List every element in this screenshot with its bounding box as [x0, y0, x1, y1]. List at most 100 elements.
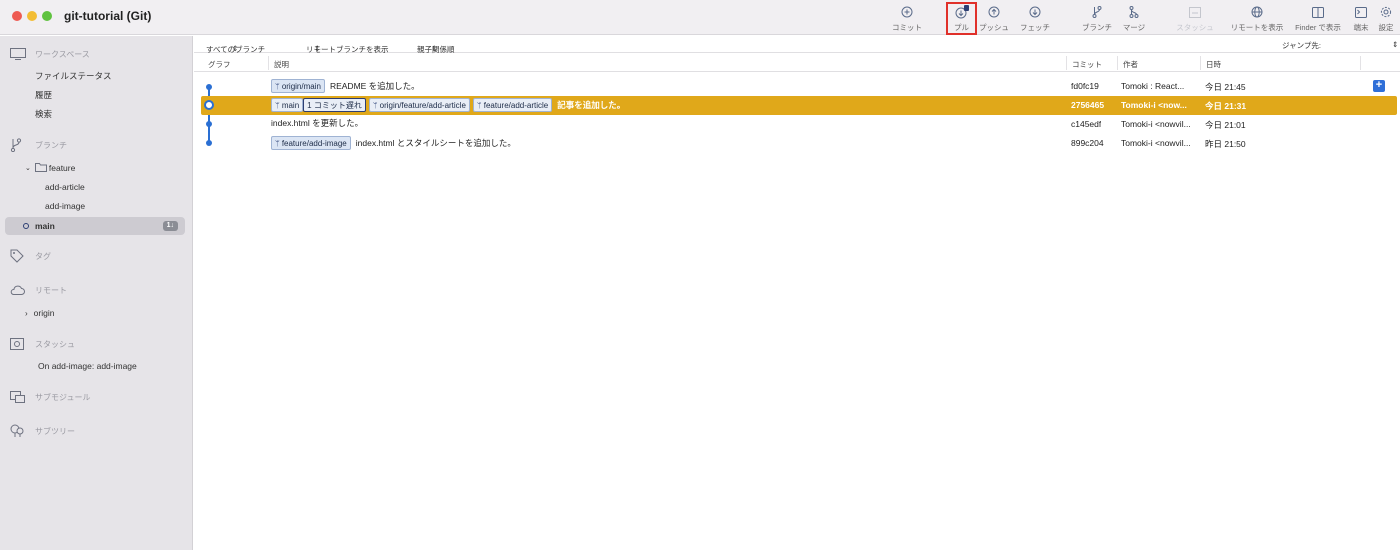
branch-icon — [1092, 5, 1102, 19]
date-column-header[interactable]: 日時 — [1206, 59, 1221, 70]
commit-row[interactable]: ᛘ main 1 コミット遅れ ᛘ origin/feature/add-artic… — [201, 96, 1397, 115]
title-bar: git-tutorial (Git) コミット プル プッシュ フェッチ ブラン… — [0, 0, 1400, 35]
commit-author: Tomoki-i <now... — [1121, 100, 1187, 110]
branch-tag[interactable]: ᛘ feature/add-article — [472, 98, 553, 112]
stash-button[interactable]: スタッシュ — [1176, 5, 1214, 33]
terminal-button[interactable]: 端末 — [1351, 5, 1371, 33]
remotes-section[interactable]: リモート — [0, 281, 67, 299]
fetch-button[interactable]: フェッチ — [1018, 5, 1052, 33]
sidebar-item-file-status[interactable]: ファイルステータス — [35, 67, 112, 85]
jump-to-stepper[interactable]: ⇕ — [1392, 40, 1398, 49]
description-column-header[interactable]: 説明 — [274, 59, 289, 70]
sidebar-folder-feature[interactable]: ⌄ feature — [25, 159, 75, 177]
folder-icon — [34, 162, 47, 174]
commit-date: 今日 21:45 — [1205, 82, 1246, 92]
filter-bar: すべてのブランチ ⇕ リモートブランチを表示 ⇕ 親子関係順 ⇕ ジャンプ先: ⇕ — [194, 36, 1400, 54]
commit-date: 昨日 21:50 — [1205, 139, 1246, 149]
tree-icon — [10, 424, 28, 438]
workspace-section[interactable]: ワークスペース — [0, 45, 90, 63]
commit-row[interactable]: ᛘ origin/main README を追加した。 fd0fc19 Tomok… — [201, 77, 1397, 96]
fetch-icon — [1029, 5, 1041, 19]
push-icon — [988, 5, 1000, 19]
submodule-icon — [10, 390, 28, 404]
commit-row[interactable]: ᛘ feature/add-image index.html とスタイルシートを追… — [201, 134, 1397, 153]
branches-section[interactable]: ブランチ — [0, 136, 67, 154]
commit-hash: 2756465 — [1071, 100, 1105, 110]
subtrees-section[interactable]: サブツリー — [0, 422, 75, 440]
branch-icon: ᛘ — [372, 100, 378, 110]
sidebar-item-add-image[interactable]: add-image — [45, 197, 85, 215]
merge-button[interactable]: マージ — [1121, 5, 1147, 33]
sidebar-item-history[interactable]: 履歴 — [35, 86, 52, 104]
window-title: git-tutorial (Git) — [64, 9, 152, 23]
push-button[interactable]: プッシュ — [978, 5, 1010, 33]
branch-tag[interactable]: ᛘ origin/main — [271, 79, 325, 93]
close-window-button[interactable] — [12, 11, 22, 21]
merge-icon — [1129, 5, 1139, 19]
commit-row[interactable]: index.html を更新した。 c145edf Tomoki-i <nowv… — [201, 115, 1397, 134]
behind-count-badge: 1↓ — [162, 221, 178, 231]
stash-icon — [10, 337, 28, 351]
commit-author: Tomoki-i <nowvil... — [1121, 138, 1191, 148]
chevron-right-icon: › — [25, 308, 28, 318]
branch-icon: ᛘ — [476, 100, 482, 110]
commit-icon — [901, 5, 913, 19]
add-button[interactable]: + — [1373, 80, 1385, 92]
commit-description: ᛘ origin/main README を追加した。 — [271, 79, 420, 93]
monitor-icon — [10, 47, 28, 61]
terminal-icon — [1355, 5, 1367, 19]
sidebar-item-add-article[interactable]: add-article — [45, 178, 85, 196]
minimize-window-button[interactable] — [27, 11, 37, 21]
commit-column-header[interactable]: コミット — [1072, 59, 1102, 70]
tag-icon — [10, 249, 28, 263]
jump-to-label: ジャンプ先: — [1282, 41, 1321, 50]
sidebar: ワークスペース ファイルステータス 履歴 検索 ブランチ ⌄ feature a… — [0, 36, 193, 550]
branch-icon — [10, 138, 28, 152]
branch-icon: ᛘ — [275, 138, 280, 148]
commit-description: index.html を更新した。 — [271, 118, 364, 128]
tags-section[interactable]: タグ — [0, 247, 51, 265]
pull-highlight-box — [946, 2, 977, 35]
updown-chevron-icon: ⇕ — [314, 44, 321, 53]
branch-tag[interactable]: ᛘ main — [271, 98, 304, 112]
sidebar-item-search[interactable]: 検索 — [35, 105, 52, 123]
column-header: グラフ 説明 コミット 作者 日時 — [194, 54, 1400, 72]
branch-tag[interactable]: ᛘ feature/add-image — [271, 136, 351, 150]
gear-icon — [1380, 5, 1392, 19]
submodules-section[interactable]: サブモジュール — [0, 388, 90, 406]
commit-date: 今日 21:31 — [1205, 101, 1247, 111]
graph-column-header[interactable]: グラフ — [208, 59, 231, 70]
commit-button[interactable]: コミット — [890, 5, 924, 33]
commit-description: ᛘ main 1 コミット遅れ ᛘ origin/feature/add-artic… — [271, 98, 625, 112]
settings-button[interactable]: 設定 — [1376, 5, 1396, 33]
sidebar-item-main[interactable]: main 1↓ — [5, 217, 185, 235]
show-in-finder-button[interactable]: Finder で表示 — [1292, 5, 1344, 33]
commit-author: Tomoki : React... — [1121, 81, 1185, 91]
author-column-header[interactable]: 作者 — [1123, 59, 1138, 70]
branch-icon: ᛘ — [275, 81, 280, 91]
commit-date: 今日 21:01 — [1205, 120, 1246, 130]
commit-hash: c145edf — [1071, 119, 1102, 129]
current-branch-icon — [23, 223, 29, 229]
commit-hash: 899c204 — [1071, 138, 1104, 148]
sidebar-remote-origin[interactable]: › origin — [25, 304, 54, 322]
current-graph-node — [204, 100, 214, 110]
cloud-icon — [10, 283, 28, 297]
commit-author: Tomoki-i <nowvil... — [1121, 119, 1191, 129]
stash-icon — [1189, 5, 1201, 19]
updown-chevron-icon: ⇕ — [232, 44, 239, 53]
stash-section[interactable]: スタッシュ — [0, 335, 75, 353]
branch-button[interactable]: ブランチ — [1080, 5, 1114, 33]
commit-description: ᛘ feature/add-image index.html とスタイルシートを追… — [271, 136, 516, 150]
zoom-window-button[interactable] — [42, 11, 52, 21]
finder-icon — [1312, 5, 1324, 19]
globe-icon — [1251, 5, 1263, 19]
show-remote-button[interactable]: リモートを表示 — [1230, 5, 1284, 33]
branch-tag[interactable]: ᛘ origin/feature/add-article — [368, 98, 470, 112]
commit-hash: fd0fc19 — [1071, 81, 1099, 91]
chevron-down-icon: ⌄ — [25, 165, 31, 172]
sidebar-stash-item[interactable]: On add-image: add-image — [38, 357, 137, 375]
branch-icon: ᛘ — [275, 100, 280, 110]
updown-chevron-icon: ⇕ — [431, 44, 438, 53]
behind-badge: 1 コミット遅れ — [303, 98, 366, 112]
